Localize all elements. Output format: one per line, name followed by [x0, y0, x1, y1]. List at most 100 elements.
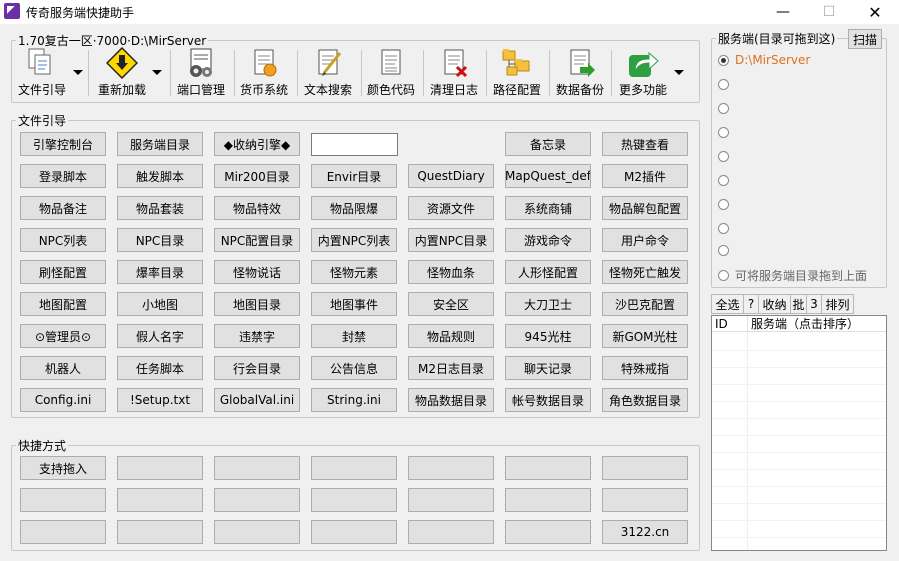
file-guide-button[interactable]: 游戏命令 — [505, 228, 591, 252]
count-button[interactable]: 3 — [806, 294, 822, 314]
file-guide-button[interactable]: 用户命令 — [602, 228, 688, 252]
server-radio-item[interactable]: 可将服务端目录拖到上面 — [718, 267, 867, 283]
file-guide-button[interactable]: 特殊戒指 — [602, 356, 688, 380]
toolbar-button-2[interactable]: 重新加载 — [97, 46, 147, 99]
file-guide-button[interactable]: 聊天记录 — [505, 356, 591, 380]
quick-input[interactable] — [311, 133, 398, 156]
file-guide-button[interactable]: 触发脚本 — [117, 164, 203, 188]
file-guide-button[interactable]: 爆率目录 — [117, 260, 203, 284]
shortcut-slot[interactable] — [117, 488, 203, 512]
batch-button[interactable]: 批 — [790, 294, 807, 314]
server-radio-item[interactable] — [718, 124, 735, 140]
file-guide-button[interactable]: 行会目录 — [214, 356, 300, 380]
column-server[interactable]: 服务端（点击排序） — [748, 316, 886, 332]
file-guide-button[interactable]: 封禁 — [311, 324, 397, 348]
radio-button[interactable] — [718, 126, 729, 138]
file-guide-button[interactable]: 违禁字 — [214, 324, 300, 348]
file-guide-button[interactable]: 引擎控制台 — [20, 132, 106, 156]
file-guide-button[interactable]: 帐号数据目录 — [505, 388, 591, 412]
shortcut-slot[interactable] — [505, 488, 591, 512]
file-guide-button[interactable]: 机器人 — [20, 356, 106, 380]
radio-button[interactable] — [718, 244, 729, 256]
file-guide-button[interactable]: 地图事件 — [311, 292, 397, 316]
shortcut-slot[interactable] — [311, 456, 397, 480]
file-guide-button[interactable]: GlobalVal.ini — [214, 388, 300, 412]
dropdown-arrow-icon[interactable] — [674, 70, 684, 75]
file-guide-button[interactable]: 热键查看 — [602, 132, 688, 156]
file-guide-button[interactable]: M2日志目录 — [408, 356, 494, 380]
shortcut-slot[interactable] — [214, 488, 300, 512]
shortcut-slot[interactable] — [408, 488, 494, 512]
shortcut-slot[interactable] — [505, 456, 591, 480]
server-radio-item[interactable] — [718, 100, 735, 116]
file-guide-button[interactable]: 怪物元素 — [311, 260, 397, 284]
file-guide-button[interactable]: Mir200目录 — [214, 164, 300, 188]
file-guide-button[interactable]: 物品数据目录 — [408, 388, 494, 412]
toolbar-button-4[interactable]: 货币系统 — [238, 47, 290, 99]
radio-button[interactable] — [718, 150, 729, 162]
server-radio-item[interactable] — [718, 148, 735, 164]
file-guide-button[interactable]: 安全区 — [408, 292, 494, 316]
file-guide-button[interactable]: ⊙管理员⊙ — [20, 324, 106, 348]
shortcut-slot[interactable]: 3122.cn — [602, 520, 688, 544]
file-guide-button[interactable]: 备忘录 — [505, 132, 591, 156]
file-guide-button[interactable]: NPC目录 — [117, 228, 203, 252]
file-guide-button[interactable]: 人形怪配置 — [505, 260, 591, 284]
file-guide-button[interactable]: 内置NPC目录 — [408, 228, 494, 252]
shortcut-slot[interactable] — [311, 520, 397, 544]
file-guide-button[interactable]: QuestDiary — [408, 164, 494, 188]
file-guide-button[interactable]: 小地图 — [117, 292, 203, 316]
file-guide-button[interactable]: Config.ini — [20, 388, 106, 412]
shortcut-slot[interactable] — [602, 456, 688, 480]
collect-button[interactable]: 收纳 — [758, 294, 791, 314]
shortcut-slot[interactable] — [311, 488, 397, 512]
file-guide-button[interactable]: 登录脚本 — [20, 164, 106, 188]
dropdown-arrow-icon[interactable] — [152, 70, 162, 75]
server-radio-item[interactable] — [718, 76, 735, 92]
file-guide-button[interactable]: 公告信息 — [311, 356, 397, 380]
shortcut-slot[interactable] — [505, 520, 591, 544]
file-guide-button[interactable]: 地图目录 — [214, 292, 300, 316]
file-guide-button[interactable]: String.ini — [311, 388, 397, 412]
file-guide-button[interactable]: 系统商铺 — [505, 196, 591, 220]
server-radio-item[interactable] — [718, 242, 735, 258]
minimize-button[interactable]: — — [760, 0, 806, 24]
server-radio-item[interactable] — [718, 220, 735, 236]
shortcut-slot[interactable] — [214, 456, 300, 480]
server-radio-item[interactable] — [718, 172, 735, 188]
radio-button[interactable] — [718, 78, 729, 90]
file-guide-button[interactable]: Envir目录 — [311, 164, 397, 188]
close-button[interactable]: ✕ — [852, 0, 898, 24]
file-guide-button[interactable]: 怪物血条 — [408, 260, 494, 284]
radio-button[interactable] — [718, 102, 729, 114]
server-list[interactable]: ID 服务端（点击排序） — [711, 315, 887, 551]
shortcut-slot[interactable] — [117, 456, 203, 480]
file-guide-button[interactable]: 大刀卫士 — [505, 292, 591, 316]
column-id[interactable]: ID — [712, 316, 748, 332]
shortcut-slot[interactable] — [20, 488, 106, 512]
maximize-button[interactable]: ☐ — [806, 0, 852, 24]
radio-button[interactable] — [718, 54, 729, 66]
sort-button[interactable]: 排列 — [821, 294, 854, 314]
shortcut-slot[interactable] — [214, 520, 300, 544]
file-guide-button[interactable]: 物品备注 — [20, 196, 106, 220]
file-guide-button[interactable]: NPC配置目录 — [214, 228, 300, 252]
shortcut-slot[interactable] — [602, 488, 688, 512]
file-guide-button[interactable]: !Setup.txt — [117, 388, 203, 412]
shortcut-slot[interactable] — [117, 520, 203, 544]
file-guide-button[interactable]: ◆收纳引擎◆ — [214, 132, 300, 156]
shortcut-slot[interactable]: 支持拖入 — [20, 456, 106, 480]
file-guide-button[interactable]: 刷怪配置 — [20, 260, 106, 284]
toolbar-button-9[interactable]: 数据备份 — [555, 47, 605, 99]
file-guide-button[interactable]: 内置NPC列表 — [311, 228, 397, 252]
shortcut-slot[interactable] — [408, 520, 494, 544]
file-guide-button[interactable]: 怪物死亡触发 — [602, 260, 688, 284]
toolbar-button-5[interactable]: 文本搜索 — [302, 47, 354, 99]
radio-button[interactable] — [718, 198, 729, 210]
shortcut-slot[interactable] — [408, 456, 494, 480]
toolbar-button-3[interactable]: 端口管理 — [176, 47, 226, 99]
toolbar-button-8[interactable]: 路径配置 — [491, 47, 543, 99]
file-guide-button[interactable]: 任务脚本 — [117, 356, 203, 380]
file-guide-button[interactable]: 945光柱 — [505, 324, 591, 348]
file-guide-button[interactable]: 物品套装 — [117, 196, 203, 220]
